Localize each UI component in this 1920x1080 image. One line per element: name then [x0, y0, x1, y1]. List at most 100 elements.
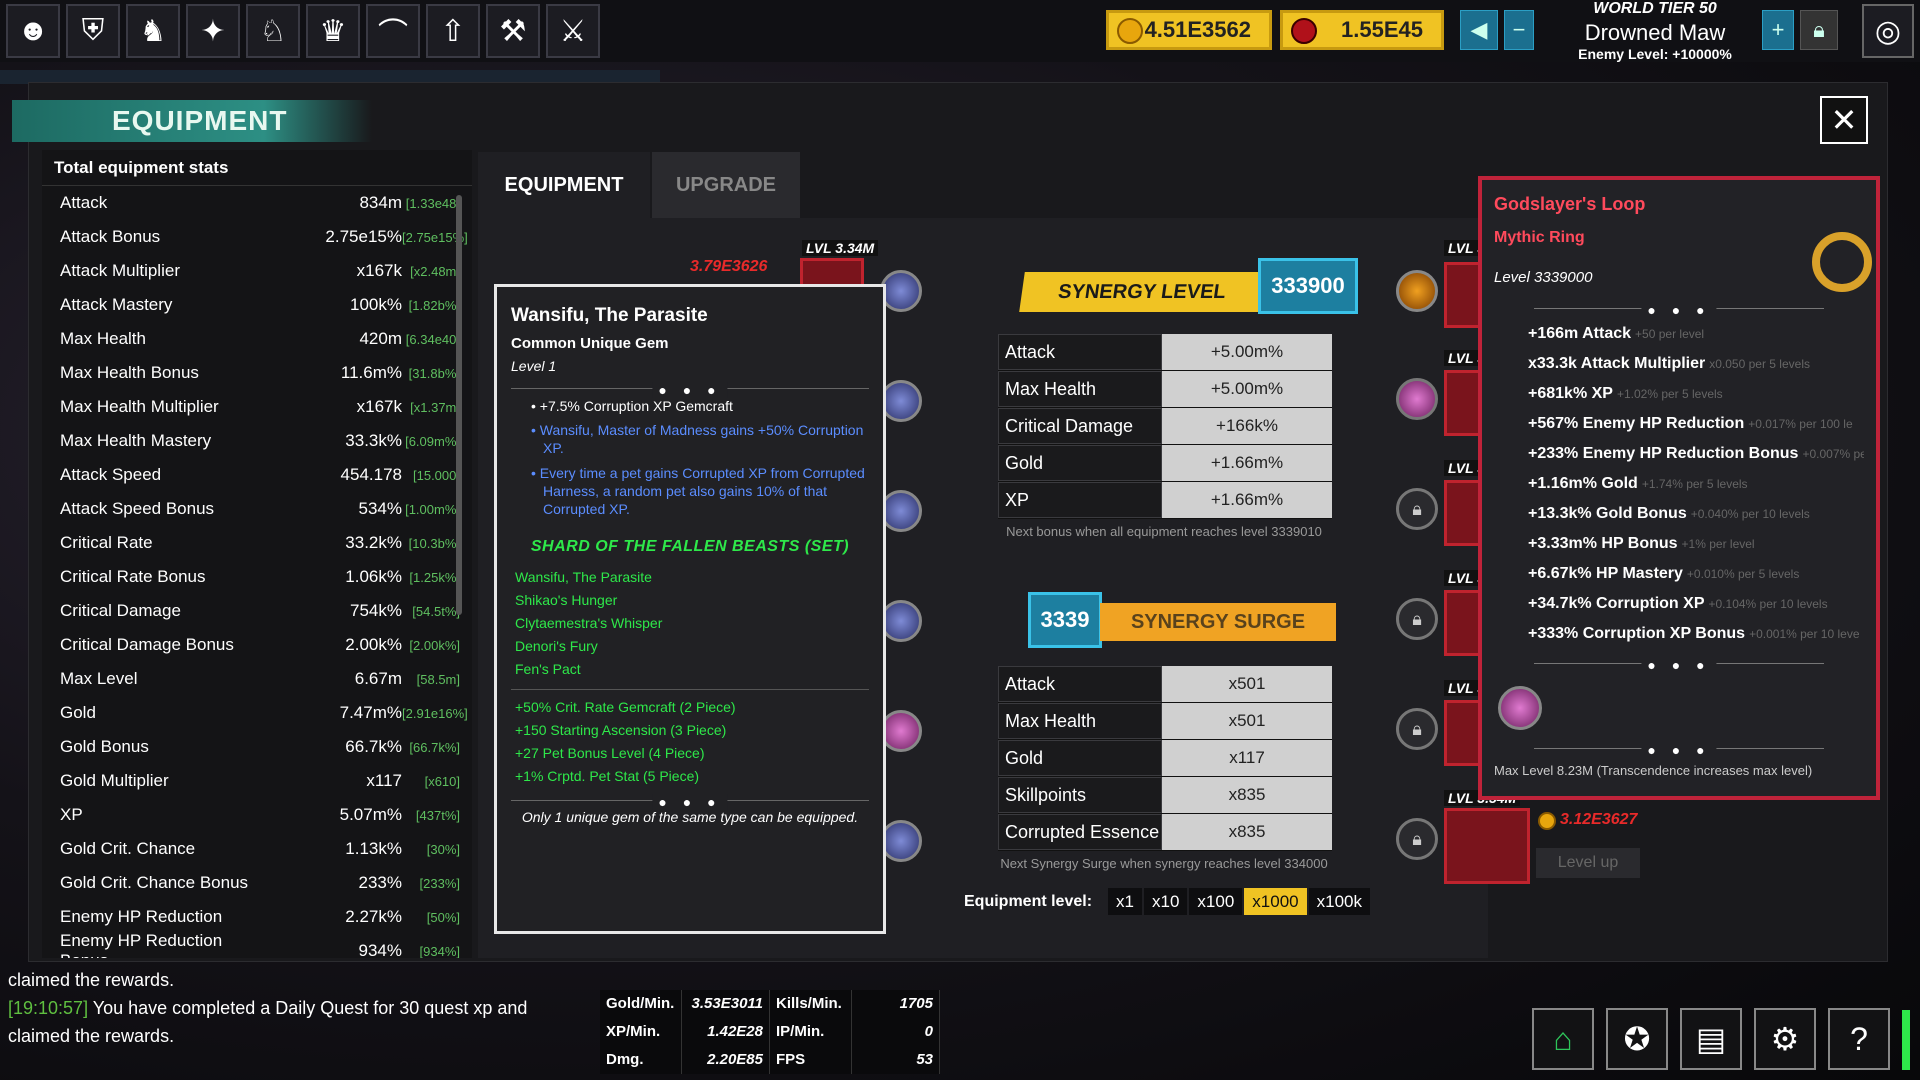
synergy-note: Next bonus when all equipment reaches le…: [1006, 524, 1322, 539]
top-bar: ☻ ⛨ ♞ ✦ ♘ ♛ ⌒ ⇧ ⚒ ⚔ 4.51E3562 1.55E45 ◀ …: [0, 0, 1920, 62]
surge-bonus: x835: [1162, 814, 1332, 850]
perf-k2: FPS: [770, 1046, 852, 1074]
stats-list[interactable]: Total equipment stats Attack 834m [1.33e48…: [42, 150, 472, 958]
ring-stat-line: +13.3k% Gold Bonus +0.040% per 10 levels: [1494, 499, 1864, 529]
stat-name: Gold Crit. Chance Bonus: [60, 873, 249, 892]
corrupted-value: 1.55E45: [1341, 17, 1423, 42]
zone-name: Drowned Maw: [1584, 20, 1726, 45]
set-bonus: +1% Crptd. Pet Stat (5 Piece): [515, 768, 700, 785]
chat-text: claimed the rewards.: [8, 970, 175, 990]
ring-tooltip: Godslayer's Loop Mythic Ring Level 33390…: [1478, 176, 1880, 800]
tab-equipment[interactable]: EQUIPMENT: [478, 152, 650, 218]
gem-slot-3[interactable]: [880, 490, 922, 532]
gem-level: Level 1: [511, 358, 557, 374]
stat-value: 2.75e15%: [325, 227, 402, 246]
portal-icon[interactable]: ⌒: [366, 4, 420, 58]
ring-stat-scaling: x0.050 per 5 levels: [1709, 357, 1810, 371]
surge-bonus: x501: [1162, 666, 1332, 702]
slot-price: 3.79E3626: [690, 258, 768, 275]
forge-icon[interactable]: ⚒: [486, 4, 540, 58]
stat-row: Critical Rate 33.2k% [10.3b%]: [42, 526, 472, 560]
ring-stat-line: x33.3k Attack Multiplier x0.050 per 5 lev…: [1494, 349, 1864, 379]
gem-effect-line: • Wansifu, Master of Madness gains +50% …: [531, 422, 864, 457]
plus-tier-button[interactable]: +: [1762, 10, 1794, 50]
set-bonus: +150 Starting Ascension (3 Piece): [515, 722, 727, 739]
surge-stat: Gold: [998, 740, 1162, 776]
surge-bonus: x117: [1162, 740, 1332, 776]
gem-effect-line: • Every time a pet gains Corrupted XP fr…: [531, 464, 865, 517]
stat-row: Gold Crit. Chance 1.13k% [30%]: [42, 832, 472, 866]
stat-value: 1.13k%: [345, 839, 402, 858]
synergy-row: Gold +1.66m%: [998, 445, 1332, 482]
stat-name: Critical Damage: [60, 601, 181, 620]
divider: ● ● ●: [511, 794, 869, 811]
tab-upgrade[interactable]: UPGRADE: [652, 152, 800, 218]
stat-row: Gold 7.47m% [2.91e16%]: [42, 696, 472, 730]
gem-slot-right-2[interactable]: [1396, 378, 1438, 420]
gem-slot-5[interactable]: [880, 710, 922, 752]
settings-icon[interactable]: ⚙: [1754, 1008, 1816, 1070]
divider: ● ● ●: [1534, 302, 1824, 318]
lock-zone-button[interactable]: 🔒︎: [1800, 10, 1838, 50]
character-icon[interactable]: ☻: [6, 4, 60, 58]
mount-icon[interactable]: ♘: [246, 4, 300, 58]
gold-currency: 4.51E3562: [1106, 10, 1272, 50]
ring-stat-line: +6.67k% HP Mastery +0.010% per 5 levels: [1494, 559, 1864, 589]
level-up-button[interactable]: Level up: [1536, 848, 1640, 878]
equipment-level-option[interactable]: x100k: [1308, 888, 1370, 915]
ring-stat-line: +333% Corruption XP Bonus +0.001% per 10 …: [1494, 619, 1864, 649]
stat-value: 7.47m%: [339, 703, 402, 722]
ring-gem-slot[interactable]: [1498, 686, 1542, 730]
swords-icon[interactable]: ⚔: [546, 4, 600, 58]
chat-line: claimed the rewards.: [8, 966, 588, 994]
stat-max: [2.91e16%]: [402, 705, 468, 721]
synergy-row: Attack +5.00m%: [998, 334, 1332, 371]
surge-stat: Skillpoints: [998, 777, 1162, 813]
synergy-bonus: +5.00m%: [1162, 334, 1332, 370]
gem-slot-1[interactable]: [880, 270, 922, 312]
codex-icon[interactable]: ▤: [1680, 1008, 1742, 1070]
gem-slot-4[interactable]: [880, 600, 922, 642]
skills-icon[interactable]: ✦: [186, 4, 240, 58]
gem-rarity: Common Unique Gem: [511, 335, 669, 352]
stat-row: Enemy HP Reduction 2.27k% [50%]: [42, 900, 472, 934]
set-items: Wansifu, The Parasite Shikao's Hunger Clyt…: [511, 566, 869, 681]
ring-stat-main: +567% Enemy HP Reduction: [1528, 415, 1745, 432]
achievement-icon[interactable]: ✪: [1606, 1008, 1668, 1070]
gem-slot-right-1[interactable]: [1396, 270, 1438, 312]
equipment-level-selector: Equipment level: x1 x10 x100 x1000 x100k: [964, 888, 1372, 915]
armor-icon[interactable]: ⛨: [66, 4, 120, 58]
close-button[interactable]: ✕: [1820, 96, 1868, 144]
stat-max: [66.7k%]: [409, 739, 460, 755]
equipment-level-option[interactable]: x100: [1189, 888, 1243, 915]
set-item: Clytaemestra's Whisper: [515, 615, 663, 632]
stat-value: 1.06k%: [345, 567, 402, 586]
ascension-icon[interactable]: ⇧: [426, 4, 480, 58]
stat-name: Attack Speed Bonus: [60, 499, 215, 518]
stats-scrollbar[interactable]: [456, 195, 462, 615]
stat-row: XP 5.07m% [437t%]: [42, 798, 472, 832]
stat-value: 420m: [359, 329, 402, 348]
crown-icon[interactable]: ♛: [306, 4, 360, 58]
shop-icon[interactable]: ⌂: [1532, 1008, 1594, 1070]
stat-row: Critical Damage Bonus 2.00k% [2.00k%]: [42, 628, 472, 662]
globe-icon[interactable]: ◎: [1862, 4, 1914, 58]
equipment-level-option[interactable]: x1000: [1244, 888, 1307, 915]
stat-value: 2.27k%: [345, 907, 402, 926]
stat-max: [2.00k%]: [409, 637, 460, 653]
perf-k1: Dmg.: [600, 1046, 682, 1074]
prev-zone-button[interactable]: ◀: [1460, 10, 1498, 50]
item-slot-boots[interactable]: [1444, 808, 1530, 884]
equipment-level-option[interactable]: x1: [1108, 888, 1142, 915]
equipment-level-option[interactable]: x10: [1144, 888, 1188, 915]
stat-name: Gold Multiplier: [60, 771, 169, 790]
help-icon[interactable]: ?: [1828, 1008, 1890, 1070]
stat-name: Max Health Multiplier: [60, 397, 219, 416]
minus-tier-button[interactable]: −: [1504, 10, 1534, 50]
synergy-bonus: +1.66m%: [1162, 482, 1332, 518]
gem-slot-2[interactable]: [880, 380, 922, 422]
gem-slot-6[interactable]: [880, 820, 922, 862]
synergy-stat: Gold: [998, 445, 1162, 481]
gem-note: Only 1 unique gem of the same type can b…: [521, 809, 859, 826]
pet-icon[interactable]: ♞: [126, 4, 180, 58]
